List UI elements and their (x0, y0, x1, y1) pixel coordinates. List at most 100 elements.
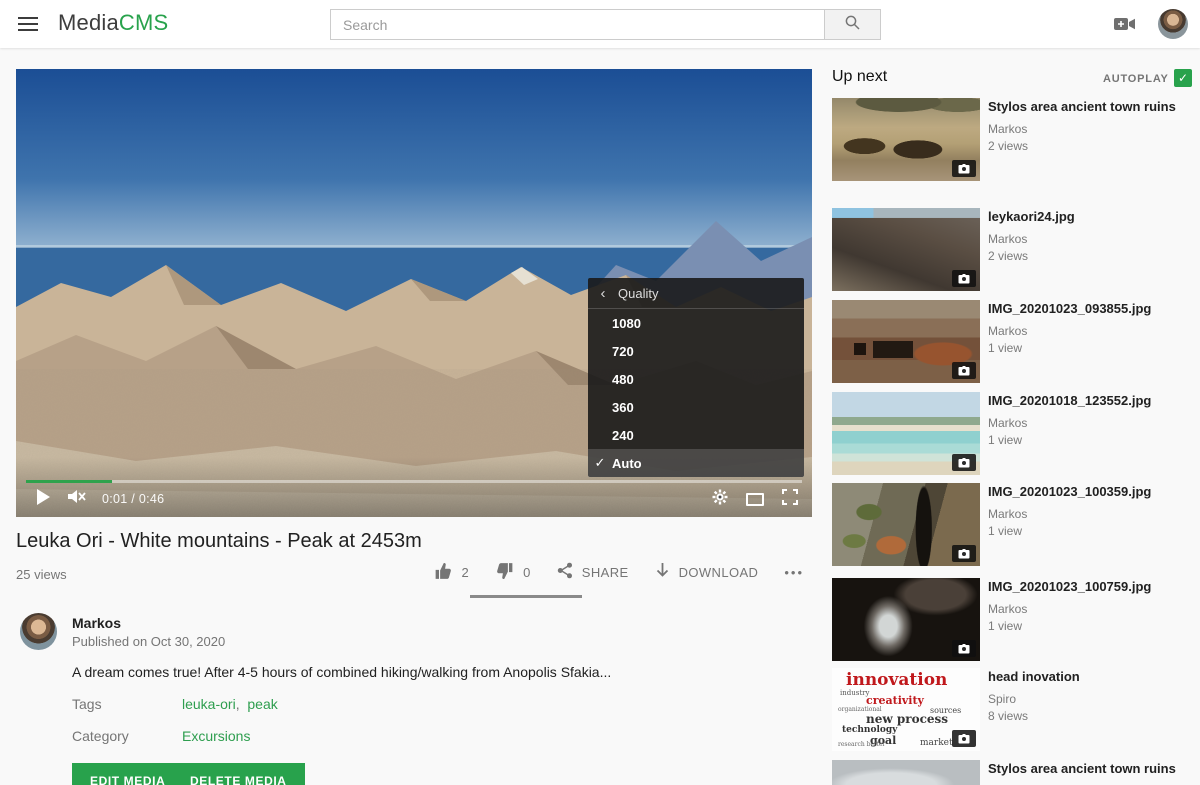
video-thumbnail[interactable] (832, 392, 980, 475)
tags-label: Tags (72, 696, 102, 712)
share-button[interactable]: SHARE (557, 562, 629, 582)
up-next-item[interactable]: IMG_20201023_100759.jpg Markos 1 view (832, 578, 1192, 661)
autoplay-label: AUTOPLAY (1103, 73, 1169, 85)
play-icon (36, 489, 50, 510)
time-display: 0:01 / 0:46 (102, 492, 164, 506)
video-upload-icon (1114, 18, 1136, 35)
like-button[interactable]: 2 (434, 562, 470, 583)
autoplay-checkbox[interactable]: ✓ (1174, 69, 1192, 87)
wordcloud-word: sources (930, 706, 961, 715)
download-arrow-icon (655, 562, 670, 582)
quality-option-1080[interactable]: 1080 (588, 309, 804, 337)
video-thumbnail[interactable] (832, 578, 980, 661)
dislike-button[interactable]: 0 (495, 562, 531, 583)
camera-badge-icon (952, 730, 976, 747)
wordcloud-word: research better (838, 741, 885, 748)
up-next-author: Spiro (988, 692, 1184, 706)
share-icon (557, 562, 573, 582)
video-thumbnail[interactable]: innovation industry creativity organizat… (832, 668, 980, 751)
up-next-item[interactable]: IMG_20201018_123552.jpg Markos 1 view (832, 392, 1192, 475)
quality-option-360[interactable]: 360 (588, 393, 804, 421)
up-next-author: Markos (988, 122, 1184, 136)
search-button[interactable] (825, 9, 881, 40)
tag-link-leuka-ori[interactable]: leuka-ori (182, 696, 236, 712)
quality-menu-back[interactable]: ‹ Quality (588, 278, 804, 309)
quality-option-auto[interactable]: ✓ Auto (588, 449, 804, 477)
up-next-title[interactable]: head inovation (988, 669, 1184, 686)
back-chevron-icon: ‹ (588, 285, 618, 302)
category-label: Category (72, 728, 129, 744)
up-next-item[interactable]: IMG_20201023_093855.jpg Markos 1 view (832, 300, 1192, 383)
up-next-item[interactable]: leykaori24.jpg Markos 2 views (832, 208, 1192, 291)
menu-icon[interactable] (18, 17, 38, 31)
dislike-count: 0 (523, 565, 531, 580)
media-actions: 2 0 SHARE DOWNLOAD ••• (470, 556, 804, 588)
progress-bar[interactable] (26, 480, 802, 483)
tag-separator: , (236, 696, 240, 712)
camera-badge-icon (952, 362, 976, 379)
settings-button[interactable] (712, 489, 728, 510)
play-button[interactable] (36, 489, 50, 510)
search-input[interactable] (330, 9, 825, 40)
up-next-author: Markos (988, 507, 1184, 521)
tag-link-peak[interactable]: peak (247, 696, 277, 712)
thumbs-down-icon (495, 562, 514, 583)
quality-option-240[interactable]: 240 (588, 421, 804, 449)
tags-value: leuka-ori, peak (182, 696, 278, 712)
user-avatar[interactable] (1158, 9, 1188, 39)
upload-media-button[interactable] (1114, 17, 1136, 36)
thumbs-up-icon (434, 562, 453, 583)
up-next-views: 2 views (988, 249, 1184, 263)
up-next-title[interactable]: IMG_20201023_093855.jpg (988, 301, 1184, 318)
up-next-views: 1 view (988, 341, 1184, 355)
view-count: 25 views (16, 567, 67, 582)
video-thumbnail[interactable] (832, 483, 980, 566)
up-next-item[interactable]: innovation industry creativity organizat… (832, 668, 1192, 751)
checkmark-icon: ✓ (588, 455, 612, 471)
author-name[interactable]: Markos (72, 615, 121, 631)
mute-button[interactable] (66, 488, 86, 510)
edit-media-button[interactable]: EDIT MEDIA (72, 763, 183, 785)
wordcloud-word: innovation (846, 670, 947, 690)
up-next-views: 1 view (988, 524, 1184, 538)
up-next-title[interactable]: leykaori24.jpg (988, 209, 1184, 226)
video-thumbnail[interactable] (832, 300, 980, 383)
quality-option-720[interactable]: 720 (588, 337, 804, 365)
up-next-author: Markos (988, 602, 1184, 616)
video-thumbnail[interactable] (832, 208, 980, 291)
up-next-author: Markos (988, 416, 1184, 430)
mediacms-page: MediaCMS (0, 0, 1200, 785)
up-next-item[interactable]: Stylos area ancient town ruins Markos 2 … (832, 98, 1192, 181)
more-options-button[interactable]: ••• (784, 565, 804, 580)
up-next-item[interactable]: IMG_20201023_100359.jpg Markos 1 view (832, 483, 1192, 566)
up-next-title[interactable]: Stylos area ancient town ruins (988, 99, 1184, 116)
delete-media-button[interactable]: DELETE MEDIA (172, 763, 305, 785)
video-thumbnail[interactable] (832, 98, 980, 181)
download-button[interactable]: DOWNLOAD (655, 562, 759, 582)
search-bar (330, 9, 881, 40)
quality-option-480[interactable]: 480 (588, 365, 804, 393)
quality-menu-title: Quality (618, 286, 658, 301)
fullscreen-button[interactable] (782, 489, 798, 510)
up-next-title[interactable]: Stylos area ancient town ruins (988, 761, 1184, 778)
like-count: 2 (462, 565, 470, 580)
author-avatar[interactable] (20, 613, 57, 650)
media-description: A dream comes true! After 4-5 hours of c… (72, 664, 692, 680)
more-options-icon: ••• (784, 565, 804, 580)
theater-mode-button[interactable] (746, 493, 764, 506)
up-next-title[interactable]: IMG_20201023_100359.jpg (988, 484, 1184, 501)
video-thumbnail[interactable] (832, 760, 980, 785)
up-next-title[interactable]: IMG_20201023_100759.jpg (988, 579, 1184, 596)
camera-badge-icon (952, 640, 976, 657)
quality-settings-menu: ‹ Quality 1080 720 480 360 240 ✓ Auto (588, 278, 804, 477)
video-player[interactable]: ‹ Quality 1080 720 480 360 240 ✓ Auto (16, 69, 812, 517)
top-navigation-bar: MediaCMS (0, 0, 1200, 48)
camera-badge-icon (952, 454, 976, 471)
up-next-views: 8 views (988, 709, 1184, 723)
checkmark-icon: ✓ (1178, 71, 1188, 85)
mediacms-logo[interactable]: MediaCMS (58, 10, 168, 36)
up-next-author: Markos (988, 232, 1184, 246)
up-next-title[interactable]: IMG_20201018_123552.jpg (988, 393, 1184, 410)
up-next-item[interactable]: Stylos area ancient town ruins (832, 760, 1192, 785)
category-link-excursions[interactable]: Excursions (182, 728, 250, 744)
